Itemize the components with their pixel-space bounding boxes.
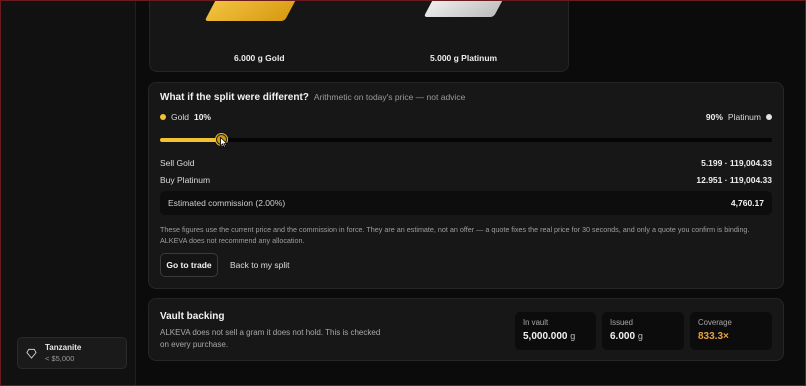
holdings-card: 6.000 g Gold 5.000 g Platinum — [149, 0, 569, 72]
platinum-holding-label: 5.000 g Platinum — [430, 53, 498, 63]
in-vault-unit: g — [570, 331, 576, 341]
vault-description: ALKEVA does not sell a gram it does not … — [160, 328, 381, 349]
sell-value: 5.199 · 119,004.33 — [701, 158, 772, 168]
platinum-legend: 90% Platinum — [706, 112, 772, 122]
gem-icon — [26, 348, 37, 359]
back-to-split-link[interactable]: Back to my split — [230, 253, 290, 277]
split-header: What if the split were different? Arithm… — [160, 92, 465, 103]
platinum-percent: 90% — [705, 112, 723, 122]
vault-backing-card: Vault backing ALKEVA does not sell a gra… — [148, 298, 784, 361]
issued-value: 6.000 — [610, 331, 636, 342]
split-subtitle: Arithmetic on today's price — not advice — [313, 92, 466, 102]
in-vault-value: 5,000.000 — [523, 331, 568, 342]
platinum-legend-label: Platinum — [727, 112, 761, 122]
buy-row: Buy Platinum 12.951 · 119,004.33 — [160, 175, 772, 185]
go-to-trade-button[interactable]: Go to trade — [160, 253, 218, 277]
split-slider[interactable] — [160, 134, 772, 146]
gem-name: Tanzanite — [45, 343, 82, 352]
in-vault-stat: In vault 5,000.000 g — [515, 312, 596, 350]
gold-percent: 10% — [193, 112, 211, 122]
gem-price: < $5,000 — [45, 354, 75, 363]
split-title: What if the split were different? — [160, 92, 309, 103]
disclaimer-text: These figures use the current price and … — [160, 225, 750, 245]
main-content: 6.000 g Gold 5.000 g Platinum What if th… — [137, 0, 806, 386]
gem-selector-tanzanite[interactable]: Tanzanite < $5,000 — [17, 337, 127, 369]
gold-holding-label: 6.000 g Gold — [234, 53, 285, 63]
split-simulator-card: What if the split were different? Arithm… — [148, 82, 784, 289]
gem-info: Tanzanite < $5,000 — [45, 343, 81, 363]
sell-row: Sell Gold 5.199 · 119,004.33 — [160, 158, 772, 168]
gold-bar-image — [204, 0, 300, 21]
platinum-bar-image — [423, 0, 507, 17]
vault-title: Vault backing — [160, 311, 225, 322]
in-vault-value-line: 5,000.000 g — [523, 331, 588, 342]
buy-value: 12.951 · 119,004.33 — [696, 175, 772, 185]
commission-label: Estimated commission (2.00%) — [168, 198, 286, 208]
issued-stat: Issued 6.000 g — [602, 312, 684, 350]
coverage-value: 833.3× — [698, 331, 729, 342]
issued-value-line: 6.000 g — [610, 331, 676, 342]
mouse-cursor-icon — [220, 137, 228, 148]
commission-value: 4,760.17 — [730, 198, 764, 208]
slider-fill — [160, 138, 222, 142]
slider-track[interactable] — [160, 138, 772, 142]
gold-dot-icon — [160, 114, 166, 120]
in-vault-label: In vault — [523, 318, 549, 327]
coverage-stat: Coverage 833.3× — [690, 312, 772, 350]
sidebar: Tanzanite < $5,000 — [0, 0, 136, 386]
platinum-dot-icon — [766, 114, 772, 120]
coverage-label: Coverage — [698, 318, 732, 327]
issued-unit: g — [637, 331, 643, 341]
gold-legend: Gold 10% — [160, 112, 211, 122]
buy-label: Buy Platinum — [160, 175, 211, 185]
sell-label: Sell Gold — [160, 158, 195, 168]
issued-label: Issued — [610, 318, 633, 327]
gold-legend-label: Gold — [171, 112, 189, 122]
commission-row: Estimated commission (2.00%) 4,760.17 — [160, 191, 772, 215]
